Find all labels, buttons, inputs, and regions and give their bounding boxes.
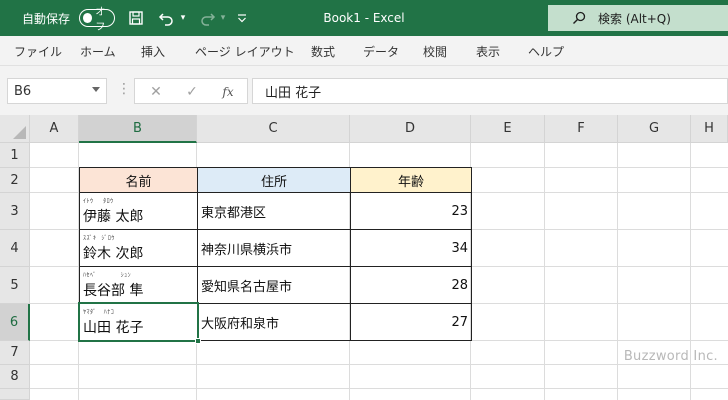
row-header-8[interactable]: 8 bbox=[0, 365, 30, 389]
gridline bbox=[617, 143, 618, 400]
search-icon bbox=[573, 11, 586, 24]
search-label: 検索 (Alt+Q) bbox=[598, 11, 671, 26]
col-header-f[interactable]: F bbox=[545, 115, 618, 143]
col-header-e[interactable]: E bbox=[471, 115, 545, 143]
address-cell[interactable]: 大阪府和泉市 bbox=[197, 303, 351, 341]
header-cell-name[interactable]: 名前 bbox=[79, 167, 198, 193]
formula-buttons: ✕ ✓ fx bbox=[134, 78, 248, 104]
row-header-2[interactable]: 2 bbox=[0, 168, 30, 193]
worksheet-grid: A B C D E F G H 1 2 3 4 5 6 7 8 名前 住所 年齢… bbox=[0, 115, 728, 400]
row-header-9[interactable] bbox=[0, 389, 30, 400]
name-cell[interactable]: ｽｽﾞｷ ｼﾞﾛｳ 鈴木 次郎 bbox=[79, 229, 198, 267]
cancel-icon[interactable]: ✕ bbox=[141, 79, 171, 105]
furigana: ｲﾄｳ ﾀﾛｳ bbox=[83, 198, 114, 205]
ribbon-tabs: ファイル ホーム 挿入 ページ レイアウト 数式 データ 校閲 表示 ヘルプ bbox=[0, 36, 728, 66]
tab-insert[interactable]: 挿入 bbox=[141, 36, 165, 66]
header-cell-age[interactable]: 年齢 bbox=[350, 167, 472, 193]
tab-data[interactable]: データ bbox=[363, 36, 399, 66]
autosave-label: 自動保存 bbox=[22, 11, 71, 26]
name-box-value: B6 bbox=[14, 83, 32, 99]
fill-handle[interactable] bbox=[195, 338, 201, 344]
tab-home[interactable]: ホーム bbox=[80, 36, 116, 66]
col-header-d[interactable]: D bbox=[350, 115, 471, 143]
tab-help[interactable]: ヘルプ bbox=[528, 36, 564, 66]
age-cell[interactable]: 23 bbox=[350, 192, 472, 230]
age-cell[interactable]: 34 bbox=[350, 229, 472, 267]
tab-formulas[interactable]: 数式 bbox=[311, 36, 335, 66]
more-options-icon[interactable]: ⋮ bbox=[117, 81, 131, 97]
redo-dropdown-icon[interactable]: ▾ bbox=[216, 0, 230, 36]
tab-view[interactable]: 表示 bbox=[476, 36, 500, 66]
gridline bbox=[544, 143, 545, 400]
undo-icon[interactable] bbox=[154, 0, 178, 36]
search-box[interactable]: 検索 (Alt+Q) bbox=[548, 5, 728, 31]
age-cell[interactable]: 28 bbox=[350, 266, 472, 304]
row-header-6[interactable]: 6 bbox=[0, 304, 30, 341]
formula-input[interactable]: 山田 花子 bbox=[252, 78, 728, 104]
name-text: 鈴木 次郎 bbox=[83, 246, 144, 262]
name-cell[interactable]: ｲﾄｳ ﾀﾛｳ 伊藤 太郎 bbox=[79, 192, 198, 230]
name-box[interactable]: B6 bbox=[7, 78, 107, 104]
active-cell-border bbox=[78, 302, 199, 342]
row-header-1[interactable]: 1 bbox=[0, 143, 30, 168]
enter-icon[interactable]: ✓ bbox=[177, 79, 207, 105]
furigana: ﾊｾﾍﾞ ｼｭﾝ bbox=[83, 272, 132, 279]
tab-file[interactable]: ファイル bbox=[14, 36, 62, 66]
undo-dropdown-icon[interactable]: ▾ bbox=[176, 0, 190, 36]
name-cell[interactable]: ﾊｾﾍﾞ ｼｭﾝ 長谷部 隼 bbox=[79, 266, 198, 304]
row-header-3[interactable]: 3 bbox=[0, 193, 30, 230]
tab-review[interactable]: 校閲 bbox=[423, 36, 447, 66]
address-cell[interactable]: 東京都港区 bbox=[197, 192, 351, 230]
chevron-down-icon[interactable] bbox=[92, 87, 100, 92]
row-header-5[interactable]: 5 bbox=[0, 267, 30, 304]
watermark: Buzzword Inc. bbox=[623, 349, 718, 364]
insert-function-icon[interactable]: fx bbox=[213, 79, 243, 105]
name-text: 伊藤 太郎 bbox=[83, 209, 144, 225]
address-cell[interactable]: 愛知県名古屋市 bbox=[197, 266, 351, 304]
name-text: 長谷部 隼 bbox=[83, 283, 144, 299]
furigana: ｽｽﾞｷ ｼﾞﾛｳ bbox=[83, 235, 115, 242]
col-header-a[interactable]: A bbox=[30, 115, 79, 143]
toggle-knob bbox=[83, 13, 93, 23]
tab-page-layout[interactable]: ページ レイアウト bbox=[195, 36, 295, 66]
formula-bar: B6 ⋮ ✕ ✓ fx 山田 花子 bbox=[0, 66, 728, 115]
age-cell[interactable]: 27 bbox=[350, 303, 472, 341]
gridline bbox=[30, 388, 728, 389]
address-cell[interactable]: 神奈川県横浜市 bbox=[197, 229, 351, 267]
col-header-b[interactable]: B bbox=[79, 115, 197, 143]
col-header-g[interactable]: G bbox=[618, 115, 691, 143]
customize-toolbar-icon[interactable] bbox=[232, 0, 252, 36]
col-header-h[interactable]: H bbox=[691, 115, 728, 143]
row-header-7[interactable]: 7 bbox=[0, 341, 30, 365]
title-bar: 自動保存 オフ ▾ ▾ Book1 - Excel 検索 (Alt+Q) bbox=[0, 0, 728, 36]
select-all-button[interactable] bbox=[0, 115, 30, 143]
col-header-c[interactable]: C bbox=[197, 115, 350, 143]
autosave-toggle[interactable]: オフ bbox=[79, 7, 115, 33]
gridline bbox=[30, 364, 728, 365]
save-icon[interactable] bbox=[124, 0, 148, 36]
header-cell-address[interactable]: 住所 bbox=[197, 167, 351, 193]
row-header-4[interactable]: 4 bbox=[0, 230, 30, 267]
autosave-state: オフ bbox=[95, 7, 106, 33]
